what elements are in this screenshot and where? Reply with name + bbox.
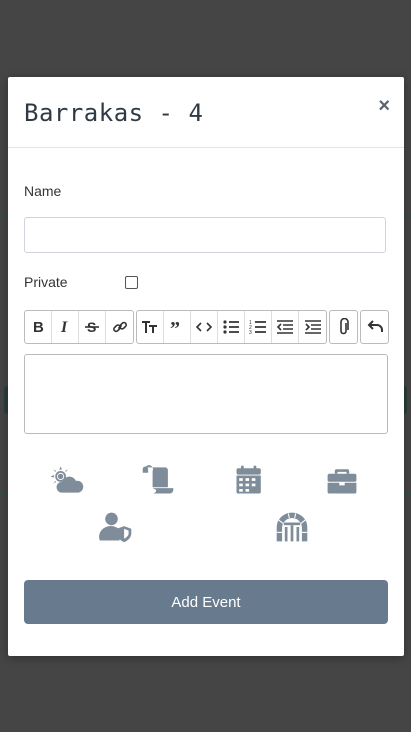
strikethrough-icon[interactable]: S <box>79 311 106 343</box>
bulleted-list-icon[interactable] <box>218 311 245 343</box>
event-type-row-1 <box>44 462 364 498</box>
user-shield-icon[interactable] <box>94 509 138 545</box>
toolbar-group-attach <box>329 310 358 344</box>
svg-text:I: I <box>60 319 68 336</box>
weather-icon[interactable] <box>44 462 88 498</box>
svg-text:”: ” <box>170 318 180 336</box>
dungeon-icon[interactable] <box>270 509 314 545</box>
svg-text:3: 3 <box>249 330 252 336</box>
heading-icon[interactable] <box>137 311 164 343</box>
briefcase-icon[interactable] <box>320 462 364 498</box>
calendar-icon[interactable] <box>228 462 272 498</box>
italic-icon[interactable]: I <box>52 311 79 343</box>
outdent-icon[interactable] <box>272 311 299 343</box>
close-button[interactable]: × <box>378 95 390 118</box>
event-type-row-2 <box>94 509 314 545</box>
scroll-icon[interactable] <box>136 462 180 498</box>
private-label: Private <box>24 274 68 290</box>
description-editor[interactable] <box>24 354 388 434</box>
attachment-icon[interactable] <box>330 311 357 343</box>
svg-text:B: B <box>33 319 44 336</box>
code-icon[interactable] <box>191 311 218 343</box>
name-label: Name <box>24 183 62 199</box>
editor-toolbar: B I S ” 12 3 <box>24 310 389 344</box>
toolbar-group-history <box>360 310 389 344</box>
add-event-modal: Barrakas - 4 × Name Private B I S ” 1 2 … <box>8 77 404 656</box>
toolbar-group-blocks: ” 123 <box>136 310 327 344</box>
indent-icon[interactable] <box>299 311 326 343</box>
link-icon[interactable] <box>106 311 133 343</box>
name-input[interactable] <box>24 217 386 253</box>
bold-icon[interactable]: B <box>25 311 52 343</box>
modal-header: Barrakas - 4 × <box>8 77 404 148</box>
private-checkbox[interactable] <box>125 276 138 289</box>
numbered-list-icon[interactable]: 123 <box>245 311 272 343</box>
quote-icon[interactable]: ” <box>164 311 191 343</box>
toolbar-group-format: B I S <box>24 310 134 344</box>
add-event-button[interactable]: Add Event <box>24 580 388 624</box>
modal-title: Barrakas - 4 <box>24 99 204 127</box>
undo-icon[interactable] <box>361 311 388 343</box>
